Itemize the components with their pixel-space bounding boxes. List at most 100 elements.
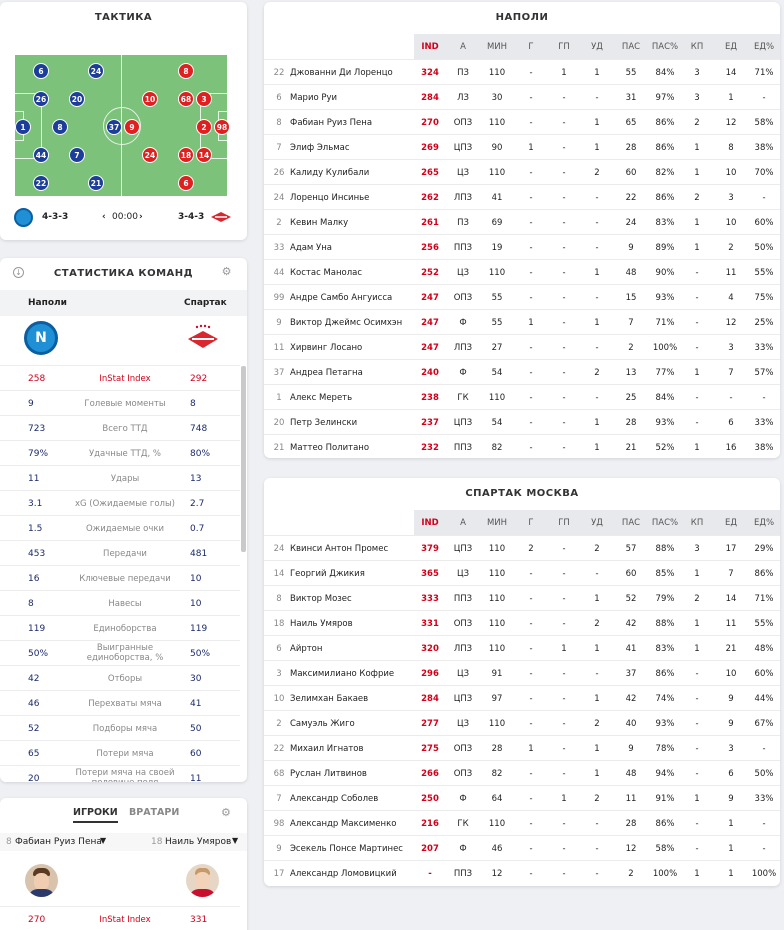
table-row[interactable]: 10 Зелимхан Бакаев 284 ЦПЗ 97 - - 1 42 74% - 9 44% [264, 685, 780, 710]
player-name-link[interactable]: Квинси Антон Промес [290, 544, 388, 554]
download-icon[interactable]: ↓ [13, 267, 24, 278]
player-name-link[interactable]: Айртон [290, 644, 322, 654]
away-player-marker[interactable]: 24 [142, 147, 158, 163]
table-row[interactable]: 20 Петр Зелински 237 ЦПЗ 54 - - 1 28 93% - 6 33% [264, 409, 780, 434]
column-header[interactable]: ЕД% [748, 518, 780, 528]
away-player-marker[interactable]: 14 [196, 147, 212, 163]
tab-keepers[interactable]: ВРАТАРИ [129, 807, 179, 818]
column-header[interactable]: ЕД% [748, 42, 780, 52]
away-player-marker[interactable]: 98 [214, 119, 230, 135]
home-player-marker[interactable]: 21 [88, 175, 104, 191]
player-name-link[interactable]: Кевин Малку [290, 218, 348, 228]
table-row[interactable]: 21 Маттео Политано 232 ППЗ 82 - - 1 21 52% 1 16 38% [264, 434, 780, 458]
player-name-link[interactable]: Руслан Литвинов [290, 769, 367, 779]
player-name-link[interactable]: Лоренцо Инсинье [290, 193, 369, 203]
table-row[interactable]: 1 Алекс Мереть 238 ГК 110 - - - 25 84% - - - [264, 384, 780, 409]
player-name-link[interactable]: Адам Уна [290, 243, 332, 253]
home-player-marker[interactable]: 20 [69, 91, 85, 107]
table-row[interactable]: 6 Айртон 320 ЛПЗ 110 - 1 1 41 83% 1 21 48% [264, 635, 780, 660]
player-name-link[interactable]: Эсекель Понсе Мартинес [290, 844, 403, 854]
table-row[interactable]: 3 Максимилиано Кофрие 296 ЦЗ 91 - - - 37 86% - 10 60… [264, 660, 780, 685]
prev-time-button[interactable]: ‹ [102, 212, 106, 222]
away-player-marker[interactable]: 8 [178, 63, 194, 79]
away-player-marker[interactable]: 18 [178, 147, 194, 163]
player-name-link[interactable]: Максимилиано Кофрие [290, 669, 394, 679]
column-header[interactable]: А [447, 518, 479, 528]
column-header[interactable]: ПАС [615, 518, 647, 528]
player-name-link[interactable]: Элиф Эльмас [290, 143, 350, 153]
player-name-link[interactable]: Марио Руи [290, 93, 337, 103]
table-row[interactable]: 9 Эсекель Понсе Мартинес 207 Ф 46 - - - 12 58% - 1 - [264, 835, 780, 860]
chevron-down-icon[interactable]: ▼ [232, 836, 238, 845]
table-row[interactable]: 7 Элиф Эльмас 269 ЦПЗ 90 1 - 1 28 86% 1 8 38% [264, 134, 780, 159]
tab-players[interactable]: ИГРОКИ [73, 807, 118, 823]
table-row[interactable]: 24 Лоренцо Инсинье 262 ЛПЗ 41 - - - 22 86% 2 3 - [264, 184, 780, 209]
column-header[interactable]: IND [414, 42, 446, 52]
table-row[interactable]: 7 Александр Соболев 250 Ф 64 - 1 2 11 91% 1 9 33% [264, 785, 780, 810]
player-name-link[interactable]: Виктор Мозес [290, 594, 352, 604]
player-name-link[interactable]: Маттео Политано [290, 443, 369, 453]
table-row[interactable]: 2 Кевин Малку 261 ПЗ 69 - - - 24 83% 1 10 60% [264, 209, 780, 234]
player-name-link[interactable]: Петр Зелински [290, 418, 357, 428]
player-name-link[interactable]: Хирвинг Лосано [290, 343, 362, 353]
table-row[interactable]: 99 Андре Самбо Ангуисса 247 ОПЗ 55 - - - 15 93% - 4… [264, 284, 780, 309]
chevron-down-icon[interactable]: ▼ [100, 836, 106, 845]
player-name-link[interactable]: Калиду Кулибали [290, 168, 369, 178]
home-player-marker[interactable]: 24 [88, 63, 104, 79]
table-row[interactable]: 2 Самуэль Жиго 277 ЦЗ 110 - - 2 40 93% - 9 67% [264, 710, 780, 735]
table-row[interactable]: 37 Андреа Петагна 240 Ф 54 - - 2 13 77% 1 7 57% [264, 359, 780, 384]
column-header[interactable]: ГП [548, 42, 580, 52]
column-header[interactable]: УД [581, 518, 613, 528]
table-row[interactable]: 24 Квинси Антон Промес 379 ЦПЗ 110 2 - 2 57 88% 3 1… [264, 535, 780, 560]
player-name-link[interactable]: Зелимхан Бакаев [290, 694, 368, 704]
column-header[interactable]: Г [515, 518, 547, 528]
away-player-marker[interactable]: 2 [196, 119, 212, 135]
stats-scrollbar[interactable] [241, 366, 246, 552]
player-name-link[interactable]: Фабиан Руиз Пена [290, 118, 372, 128]
away-player-marker[interactable]: 68 [178, 91, 194, 107]
player-name-link[interactable]: Виктор Джеймс Осимхэн [290, 318, 402, 328]
column-header[interactable]: КП [681, 518, 713, 528]
home-player-marker[interactable]: 22 [33, 175, 49, 191]
home-player-marker[interactable]: 7 [69, 147, 85, 163]
player-name-link[interactable]: Георгий Джикия [290, 569, 365, 579]
away-player-marker[interactable]: 3 [196, 91, 212, 107]
column-header[interactable]: ПАС% [649, 42, 681, 52]
table-row[interactable]: 26 Калиду Кулибали 265 ЦЗ 110- -2 60 82% 1 10 70% [264, 159, 780, 184]
home-player-marker[interactable]: 6 [33, 63, 49, 79]
player-name-link[interactable]: Михаил Игнатов [290, 744, 364, 754]
table-row[interactable]: 14 Георгий Джикия 365 ЦЗ 110 - - - 60 85% 1 7 86% [264, 560, 780, 585]
table-row[interactable]: 44 Костас Манолас 252 ЦЗ 110 - - 1 48 90% - 11 55% [264, 259, 780, 284]
table-row[interactable]: 33 Адам Уна 256 ППЗ 19 - - - 9 89% 1 2 50% [264, 234, 780, 259]
away-player-marker[interactable]: 9 [124, 119, 140, 135]
next-time-button[interactable]: › [139, 212, 143, 222]
table-row[interactable]: 9 Виктор Джеймс Осимхэн 247 Ф 55 1 - 1 7 71% - 12 25… [264, 309, 780, 334]
player-name-link[interactable]: Александр Соболев [290, 794, 378, 804]
player-name-link[interactable]: Костас Манолас [290, 268, 362, 278]
column-header[interactable]: МИН [481, 42, 513, 52]
player-name-link[interactable]: Джованни Ди Лоренцо [290, 68, 393, 78]
column-header[interactable]: ЕД [715, 42, 747, 52]
player-name-link[interactable]: Андреа Петагна [290, 368, 363, 378]
table-row[interactable]: 22 Джованни Ди Лоренцо 324 ПЗ 110 - 1 1 55 84% 3 14… [264, 59, 780, 84]
table-row[interactable]: 98 Александр Максименко 216 ГК 110 - - - 28 86% - 1… [264, 810, 780, 835]
home-player-marker[interactable]: 8 [52, 119, 68, 135]
home-player-marker[interactable]: 37 [106, 119, 122, 135]
away-player-marker[interactable]: 6 [178, 175, 194, 191]
home-player-marker[interactable]: 44 [33, 147, 49, 163]
table-row[interactable]: 6 Марио Руи 284 ЛЗ 30- - -31 97% 3 1- [264, 84, 780, 109]
player-name-link[interactable]: Самуэль Жиго [290, 719, 355, 729]
table-row[interactable]: 11 Хирвинг Лосано 247 ЛПЗ 27 - - - 2 100% - 3 33% [264, 334, 780, 359]
settings-gear-icon[interactable]: ⚙ [221, 266, 232, 278]
column-header[interactable]: УД [581, 42, 613, 52]
home-player-select[interactable]: Фабиан Руиз Пена [15, 837, 102, 847]
player-name-link[interactable]: Андре Самбо Ангуисса [290, 293, 392, 303]
column-header[interactable]: ПАС [615, 42, 647, 52]
table-row[interactable]: 8 Фабиан Руиз Пена 270 ОПЗ 110 - - 1 65 86% 2 12 58% [264, 109, 780, 134]
table-row[interactable]: 18 Наиль Умяров 331 ОПЗ 110- -2 42 88% 1 11 55% [264, 610, 780, 635]
player-name-link[interactable]: Наиль Умяров [290, 619, 353, 629]
column-header[interactable]: КП [681, 42, 713, 52]
column-header[interactable]: ГП [548, 518, 580, 528]
column-header[interactable]: ПАС% [649, 518, 681, 528]
column-header[interactable]: МИН [481, 518, 513, 528]
